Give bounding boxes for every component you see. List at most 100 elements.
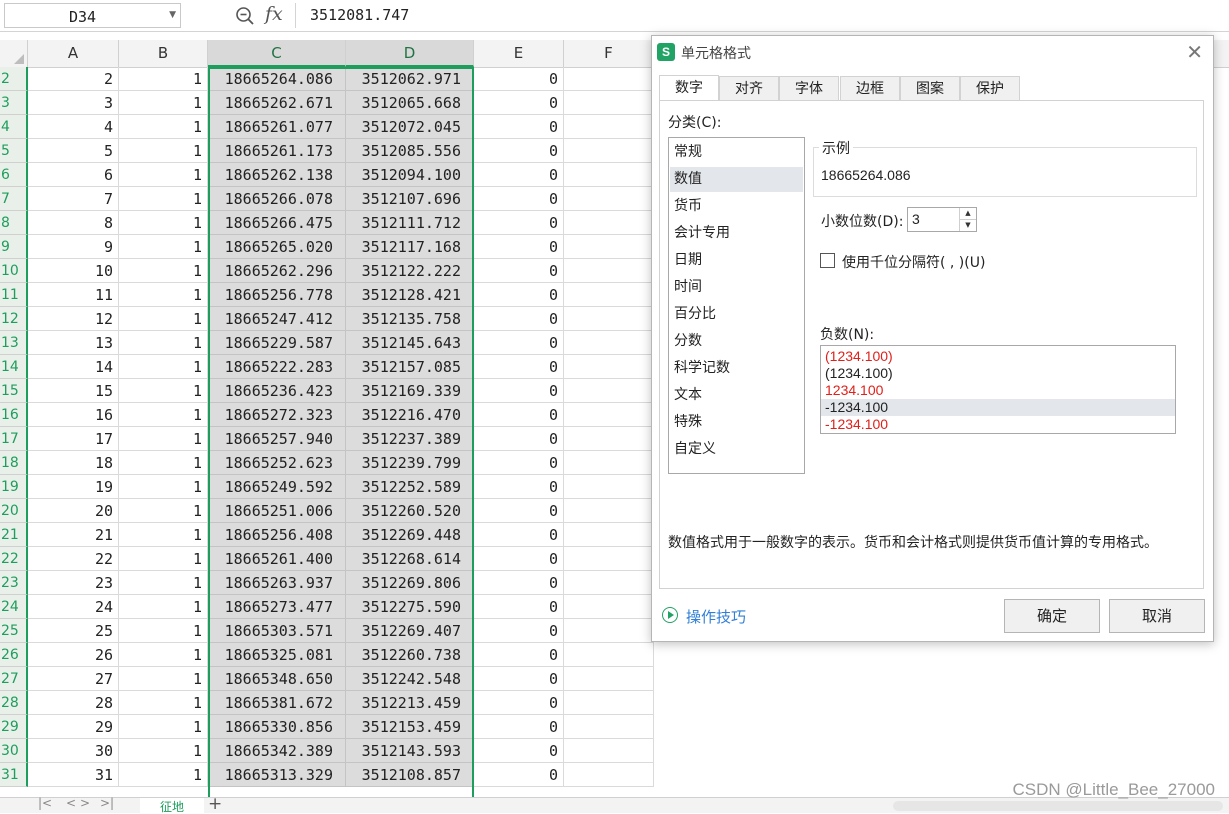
- cell-b[interactable]: 1: [119, 523, 208, 547]
- row-header[interactable]: 31: [0, 763, 28, 787]
- cell-a[interactable]: 14: [28, 355, 119, 379]
- cell-d[interactable]: 3512269.806: [346, 571, 474, 595]
- cell-e[interactable]: 0: [474, 355, 564, 379]
- dialog-titlebar[interactable]: S 单元格格式 ✕: [652, 36, 1213, 69]
- row-header[interactable]: 28: [0, 691, 28, 715]
- cell-c[interactable]: 18665264.086: [208, 67, 346, 91]
- cell-a[interactable]: 10: [28, 259, 119, 283]
- cell-e[interactable]: 0: [474, 331, 564, 355]
- cell-c[interactable]: 18665262.296: [208, 259, 346, 283]
- cell-b[interactable]: 1: [119, 499, 208, 523]
- cell-c[interactable]: 18665229.587: [208, 331, 346, 355]
- cell-c[interactable]: 18665256.778: [208, 283, 346, 307]
- row-header[interactable]: 21: [0, 523, 28, 547]
- category-item[interactable]: 日期: [670, 248, 803, 273]
- cell-f[interactable]: [564, 139, 654, 163]
- cell-b[interactable]: 1: [119, 139, 208, 163]
- cell-f[interactable]: [564, 115, 654, 139]
- cell-a[interactable]: 30: [28, 739, 119, 763]
- cell-f[interactable]: [564, 475, 654, 499]
- cell-c[interactable]: 18665261.077: [208, 115, 346, 139]
- increment-icon[interactable]: ▲: [960, 208, 976, 220]
- category-item[interactable]: 数值: [670, 167, 803, 192]
- row-header[interactable]: 27: [0, 667, 28, 691]
- cell-a[interactable]: 4: [28, 115, 119, 139]
- sheet-tab[interactable]: 征地: [140, 798, 204, 813]
- cell-c[interactable]: 18665348.650: [208, 667, 346, 691]
- cell-b[interactable]: 1: [119, 547, 208, 571]
- row-header[interactable]: 6: [0, 163, 28, 187]
- row-header[interactable]: 9: [0, 235, 28, 259]
- cell-f[interactable]: [564, 427, 654, 451]
- cell-e[interactable]: 0: [474, 691, 564, 715]
- cell-c[interactable]: 18665249.592: [208, 475, 346, 499]
- cell-e[interactable]: 0: [474, 547, 564, 571]
- cell-e[interactable]: 0: [474, 667, 564, 691]
- cell-f[interactable]: [564, 211, 654, 235]
- tab-pattern[interactable]: 图案: [900, 76, 960, 101]
- cancel-button[interactable]: 取消: [1109, 599, 1205, 633]
- category-item[interactable]: 会计专用: [670, 221, 803, 246]
- negative-format-option[interactable]: (1234.100): [821, 365, 1175, 382]
- cell-b[interactable]: 1: [119, 211, 208, 235]
- category-item[interactable]: 货币: [670, 194, 803, 219]
- cell-b[interactable]: 1: [119, 427, 208, 451]
- cell-a[interactable]: 28: [28, 691, 119, 715]
- cell-a[interactable]: 3: [28, 91, 119, 115]
- cell-a[interactable]: 6: [28, 163, 119, 187]
- tips-link[interactable]: 操作技巧: [662, 606, 746, 627]
- cell-c[interactable]: 18665342.389: [208, 739, 346, 763]
- cell-d[interactable]: 3512239.799: [346, 451, 474, 475]
- cell-e[interactable]: 0: [474, 739, 564, 763]
- cell-c[interactable]: 18665303.571: [208, 619, 346, 643]
- cell-e[interactable]: 0: [474, 235, 564, 259]
- cell-a[interactable]: 26: [28, 643, 119, 667]
- cell-d[interactable]: 3512213.459: [346, 691, 474, 715]
- cell-d[interactable]: 3512122.222: [346, 259, 474, 283]
- cell-f[interactable]: [564, 619, 654, 643]
- cell-f[interactable]: [564, 235, 654, 259]
- row-header[interactable]: 8: [0, 211, 28, 235]
- cell-c[interactable]: 18665266.078: [208, 187, 346, 211]
- formula-input[interactable]: 3512081.747: [295, 3, 1229, 28]
- tab-font[interactable]: 字体: [779, 76, 839, 101]
- cell-a[interactable]: 18: [28, 451, 119, 475]
- row-header[interactable]: 15: [0, 379, 28, 403]
- cell-c[interactable]: 18665261.400: [208, 547, 346, 571]
- tab-number[interactable]: 数字: [659, 75, 719, 102]
- cell-a[interactable]: 31: [28, 763, 119, 787]
- tab-border[interactable]: 边框: [840, 76, 900, 101]
- column-header-e[interactable]: E: [474, 40, 564, 67]
- cell-b[interactable]: 1: [119, 595, 208, 619]
- cell-e[interactable]: 0: [474, 619, 564, 643]
- name-box[interactable]: D34 ▼: [4, 3, 181, 28]
- category-item[interactable]: 自定义: [670, 437, 803, 462]
- cell-f[interactable]: [564, 403, 654, 427]
- cell-f[interactable]: [564, 187, 654, 211]
- negative-format-option[interactable]: (1234.100): [821, 348, 1175, 365]
- cell-e[interactable]: 0: [474, 283, 564, 307]
- cell-a[interactable]: 16: [28, 403, 119, 427]
- cell-e[interactable]: 0: [474, 67, 564, 91]
- cell-d[interactable]: 3512135.758: [346, 307, 474, 331]
- cell-d[interactable]: 3512143.593: [346, 739, 474, 763]
- cell-b[interactable]: 1: [119, 163, 208, 187]
- add-sheet-icon[interactable]: +: [208, 794, 222, 814]
- cell-d[interactable]: 3512269.407: [346, 619, 474, 643]
- cell-b[interactable]: 1: [119, 115, 208, 139]
- cell-d[interactable]: 3512065.668: [346, 91, 474, 115]
- cell-d[interactable]: 3512269.448: [346, 523, 474, 547]
- cell-d[interactable]: 3512107.696: [346, 187, 474, 211]
- cell-a[interactable]: 27: [28, 667, 119, 691]
- cell-f[interactable]: [564, 523, 654, 547]
- zoom-icon[interactable]: [235, 6, 255, 26]
- row-header[interactable]: 4: [0, 115, 28, 139]
- cell-a[interactable]: 15: [28, 379, 119, 403]
- cell-f[interactable]: [564, 691, 654, 715]
- cell-f[interactable]: [564, 763, 654, 787]
- cell-d[interactable]: 3512062.971: [346, 67, 474, 91]
- cell-e[interactable]: 0: [474, 379, 564, 403]
- cell-a[interactable]: 24: [28, 595, 119, 619]
- cell-e[interactable]: 0: [474, 211, 564, 235]
- cell-f[interactable]: [564, 595, 654, 619]
